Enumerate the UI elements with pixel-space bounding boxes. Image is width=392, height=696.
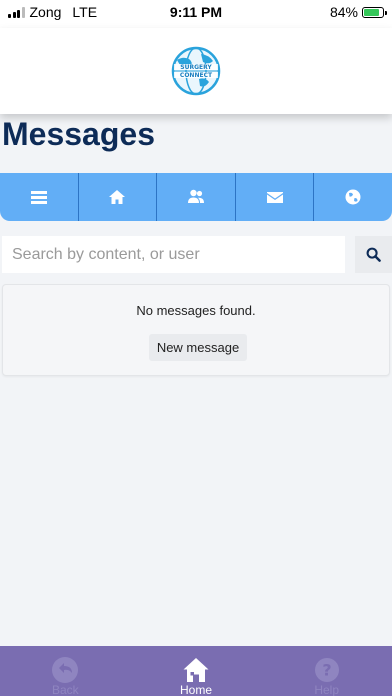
tab-home-label: Home xyxy=(180,683,213,696)
tab-help-label: Help xyxy=(314,683,340,696)
tab-back-label: Back xyxy=(51,683,79,696)
nav-globe[interactable] xyxy=(314,173,392,221)
new-message-button[interactable]: New message xyxy=(149,334,247,361)
messages-panel: No messages found. New message xyxy=(2,284,390,376)
nav-messages[interactable] xyxy=(236,173,315,221)
bottom-tabbar: Back Home ? Help xyxy=(0,646,392,696)
logo-text-connect: CONNECT xyxy=(180,72,213,79)
search-input[interactable] xyxy=(2,236,345,273)
back-arrow-icon xyxy=(52,657,79,683)
battery-fill xyxy=(364,8,380,16)
mail-icon xyxy=(266,192,283,203)
nav-home[interactable] xyxy=(79,173,158,221)
tab-back[interactable]: Back xyxy=(0,646,131,696)
tab-help[interactable]: ? Help xyxy=(261,646,392,696)
page-title: Messages xyxy=(2,116,155,152)
surgery-connect-logo[interactable]: SURGERY CONNECT xyxy=(171,46,221,96)
tab-home[interactable]: Home xyxy=(131,646,262,696)
empty-state-text: No messages found. xyxy=(136,303,256,318)
main-navbar xyxy=(0,173,392,221)
nav-menu[interactable] xyxy=(0,173,79,221)
globe-icon xyxy=(345,189,361,205)
home-icon xyxy=(109,190,126,204)
home-icon xyxy=(183,658,209,682)
battery-percent: 84% xyxy=(329,4,358,20)
search-button[interactable] xyxy=(355,236,392,273)
nav-users[interactable] xyxy=(157,173,236,221)
menu-icon xyxy=(30,191,47,204)
logo-text-surgery: SURGERY xyxy=(180,64,212,71)
battery-icon xyxy=(362,6,387,18)
svg-text:?: ? xyxy=(322,661,331,680)
status-bar: Zong LTE 9:11 PM 84% xyxy=(0,0,392,28)
search-icon xyxy=(366,247,381,262)
status-right: 84% xyxy=(329,4,387,20)
help-icon: ? xyxy=(314,658,339,682)
app-header: SURGERY CONNECT xyxy=(0,28,392,114)
users-icon xyxy=(187,189,204,203)
